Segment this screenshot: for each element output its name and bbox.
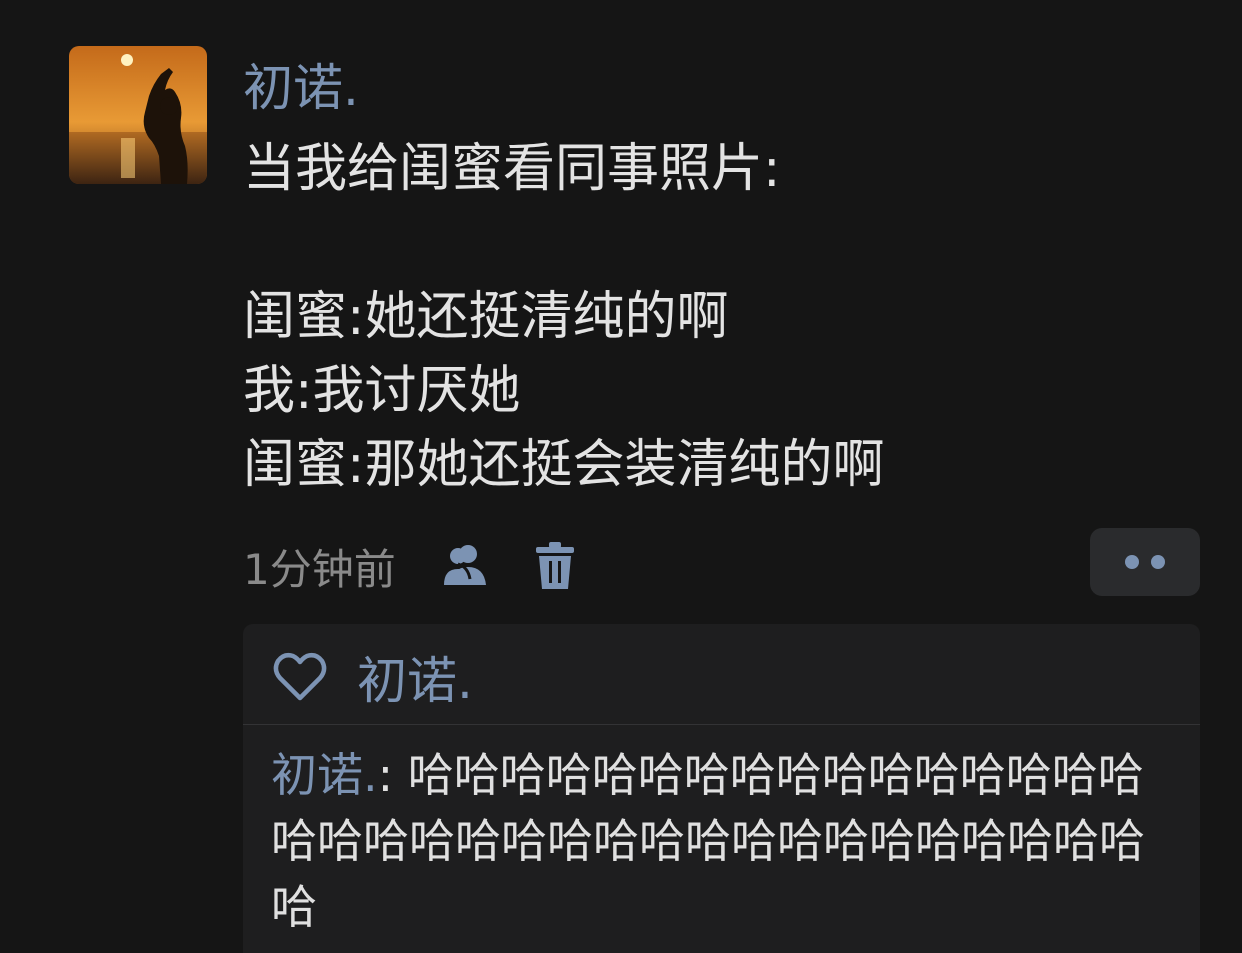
divider xyxy=(243,724,1200,725)
post-line: 我:我讨厌她 xyxy=(243,361,521,421)
comment-author[interactable]: 初诺. xyxy=(271,748,378,802)
heart-outline-icon xyxy=(271,648,329,706)
avatar[interactable] xyxy=(69,46,207,184)
like-user-name[interactable]: 初诺. xyxy=(357,641,473,713)
more-dots-icon xyxy=(1151,555,1165,569)
avatar-image xyxy=(69,46,207,184)
post-username[interactable]: 初诺. xyxy=(243,56,359,120)
more-dots-icon xyxy=(1125,555,1139,569)
comment-item[interactable]: 初诺.: 哈哈哈哈哈哈哈哈哈哈哈哈哈哈哈哈哈哈哈哈哈哈哈哈哈哈哈哈哈哈哈哈哈哈哈… xyxy=(271,742,1161,940)
post-text: 当我给闺蜜看同事照片: 闺蜜:她还挺清纯的啊 我:我讨厌她闺蜜:那她还挺会装清纯的啊 xyxy=(243,132,1203,502)
post-line: 闺蜜:她还挺清纯的啊 xyxy=(243,287,729,347)
people-icon[interactable] xyxy=(438,539,492,593)
likes-row: 初诺. xyxy=(271,646,473,710)
trash-icon[interactable] xyxy=(528,539,582,593)
comment-separator: : xyxy=(377,748,408,802)
interaction-panel: 初诺. 初诺.: 哈哈哈哈哈哈哈哈哈哈哈哈哈哈哈哈哈哈哈哈哈哈哈哈哈哈哈哈哈哈哈… xyxy=(243,624,1200,953)
post-line: 闺蜜:那她还挺会装清纯的啊 xyxy=(243,435,885,495)
post-timestamp: 1分钟前 xyxy=(243,544,396,594)
post-meta-row: 1分钟前 xyxy=(243,536,582,596)
post-line xyxy=(243,206,1203,280)
more-button[interactable] xyxy=(1090,528,1200,596)
post-line: 当我给闺蜜看同事照片: xyxy=(243,139,781,199)
